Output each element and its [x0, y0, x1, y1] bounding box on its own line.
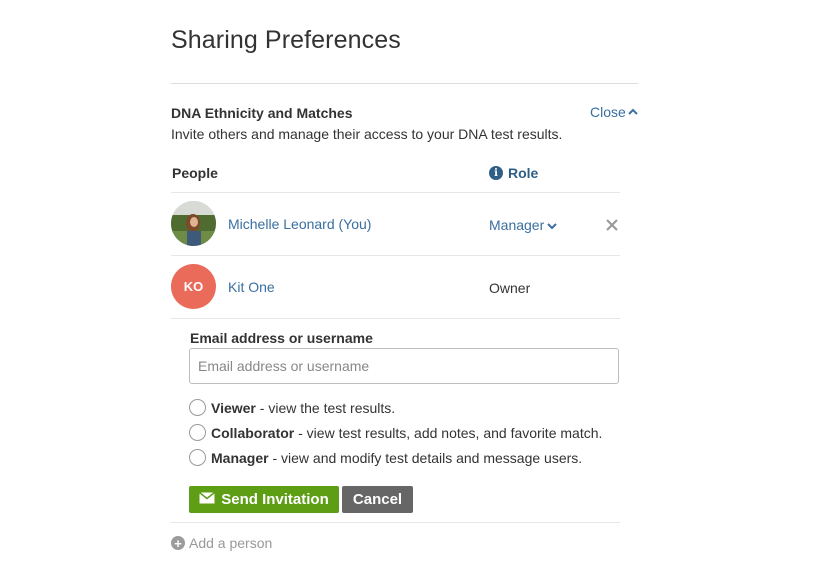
title-divider — [171, 83, 638, 84]
people-column-header: People — [172, 165, 218, 181]
role-radio-viewer[interactable]: Viewer - view the test results. — [189, 399, 395, 416]
row-divider — [171, 255, 620, 256]
role-value: Owner — [489, 280, 531, 296]
info-icon[interactable]: i — [489, 166, 503, 180]
page-title: Sharing Preferences — [171, 26, 401, 54]
row-divider — [171, 318, 620, 319]
envelope-icon — [199, 491, 216, 508]
role-header-label: Role — [508, 165, 539, 181]
role-option-description: - view the test results. — [255, 399, 396, 416]
role-option-name: Collaborator — [211, 424, 295, 441]
person-name-link[interactable]: Kit One — [228, 279, 275, 295]
close-icon[interactable] — [605, 218, 619, 232]
close-label: Close — [590, 104, 626, 120]
send-invitation-label: Send Invitation — [221, 491, 329, 508]
radio-button[interactable] — [189, 399, 206, 416]
plus-circle-icon: + — [171, 536, 185, 550]
email-field-label: Email address or username — [190, 330, 373, 346]
row-divider — [171, 522, 620, 523]
send-invitation-button[interactable]: Send Invitation — [189, 486, 339, 513]
section-description: Invite others and manage their access to… — [171, 126, 563, 142]
chevron-down-icon — [547, 217, 557, 233]
role-radio-manager[interactable]: Manager - view and modify test details a… — [189, 449, 582, 466]
section-title: DNA Ethnicity and Matches — [171, 105, 353, 121]
add-person-link[interactable]: + Add a person — [171, 535, 272, 551]
role-option-description: - view and modify test details and messa… — [268, 449, 583, 466]
cancel-button[interactable]: Cancel — [342, 486, 413, 513]
role-option-name: Manager — [211, 449, 269, 466]
radio-button[interactable] — [189, 424, 206, 441]
role-dropdown-value: Manager — [489, 217, 545, 233]
role-option-name: Viewer — [211, 399, 256, 416]
avatar: KO — [171, 264, 216, 309]
chevron-up-icon — [628, 108, 638, 116]
row-divider — [171, 192, 620, 193]
radio-button[interactable] — [189, 449, 206, 466]
role-option-description: - view test results, add notes, and favo… — [294, 424, 603, 441]
email-field[interactable] — [189, 348, 619, 384]
person-name-link[interactable]: Michelle Leonard (You) — [228, 216, 371, 232]
role-column-header[interactable]: i Role — [489, 165, 538, 181]
role-dropdown[interactable]: Manager — [489, 217, 557, 233]
add-person-label: Add a person — [189, 535, 273, 551]
avatar — [171, 201, 216, 246]
role-radio-collaborator[interactable]: Collaborator - view test results, add no… — [189, 424, 602, 441]
close-section-link[interactable]: Close — [590, 104, 638, 120]
